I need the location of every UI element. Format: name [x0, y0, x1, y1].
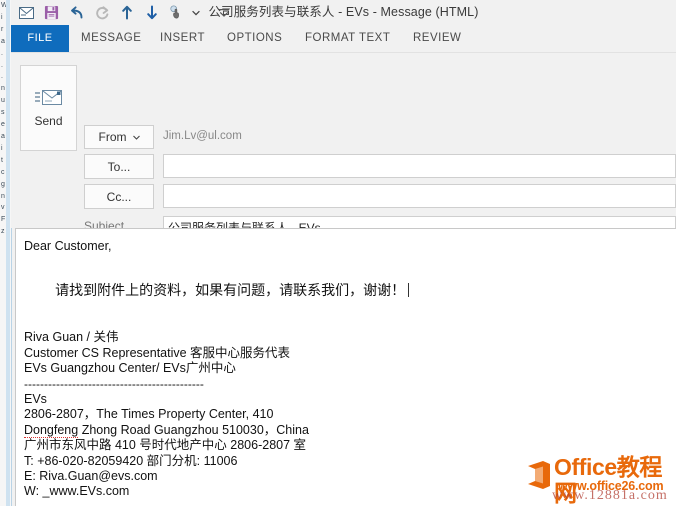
text-cursor: [408, 283, 410, 298]
touch-mode-dropdown-icon[interactable]: [189, 1, 202, 24]
from-button[interactable]: From: [84, 125, 154, 149]
outlook-compose-window: W i r a . . . n u s e a i t c g n v F z …: [0, 0, 676, 506]
save-icon[interactable]: [39, 1, 64, 24]
ribbon-tab-options[interactable]: OPTIONS: [227, 25, 282, 52]
body-main-text: 请找到附件上的资料，如果有问题，请联系我们，谢谢！: [24, 254, 672, 321]
signature-block: Riva Guan / 关伟 Customer CS Representativ…: [24, 321, 672, 506]
ribbon-tab-file[interactable]: FILE: [11, 25, 69, 52]
company-line-rest: Zhong Road Guangzhou 510030，China: [78, 422, 309, 437]
from-value: Jim.Lv@ul.com: [163, 130, 242, 142]
background-window-scrollbar[interactable]: [6, 0, 10, 506]
cc-input[interactable]: [163, 184, 676, 208]
company-line: T: +86-020-82059420 部门分机: 11006: [24, 453, 238, 468]
ribbon-tab-bar: FILE MESSAGE INSERT OPTIONS FORMAT TEXT …: [11, 25, 676, 52]
chevron-down-icon: [132, 135, 140, 140]
ribbon-tab-format-text[interactable]: FORMAT TEXT: [305, 25, 390, 52]
ribbon-tab-review[interactable]: REVIEW: [413, 25, 461, 52]
title-bar: 公司服务列表与联系人 - EVs - Message (HTML): [11, 0, 676, 25]
body-main-text-value: 请找到附件上的资料，如果有问题，请联系我们，谢谢！: [55, 282, 406, 299]
send-button-label: Send: [34, 114, 63, 128]
message-body-content: Dear Customer, 请找到附件上的资料，如果有问题，请联系我们，谢谢！…: [24, 239, 672, 506]
signature-divider-top: ----------------------------------------…: [24, 376, 204, 391]
cc-button[interactable]: Cc...: [84, 184, 154, 209]
company-line: W: _www.EVs.com: [24, 484, 130, 499]
company-line: E: Riva.Guan@evs.com: [24, 469, 158, 484]
message-body[interactable]: Dear Customer, 请找到附件上的资料，如果有问题，请联系我们，谢谢！…: [15, 228, 676, 506]
customize-qat-icon[interactable]: [211, 1, 236, 24]
ribbon-tab-insert[interactable]: INSERT: [160, 25, 205, 52]
signature-line: EVs Guangzhou Center/ EVs广州中心: [24, 361, 236, 376]
undo-icon[interactable]: [64, 1, 89, 24]
company-line: 广州市东风中路 410 号时代地产中心 2806-2807 室: [24, 438, 307, 453]
touch-mode-icon[interactable]: [164, 1, 189, 24]
compose-header: Send From Jim.Lv@ul.com To... Cc... Subj…: [11, 53, 676, 267]
to-button[interactable]: To...: [84, 154, 154, 179]
redo-icon[interactable]: [89, 1, 114, 24]
from-button-label: From: [98, 130, 127, 144]
send-envelope-icon: [34, 90, 62, 105]
company-line: EVs: [24, 392, 47, 407]
company-line: 2806-2807，The Times Property Center, 410: [24, 407, 274, 422]
to-input[interactable]: [163, 154, 676, 178]
misspelled-word: Dongfeng: [24, 422, 79, 438]
signature-divider-bottom: ----------------------------------------…: [24, 500, 672, 506]
ribbon-tab-message[interactable]: MESSAGE: [81, 25, 141, 52]
signature-line: Customer CS Representative 客服中心服务代表: [24, 345, 291, 360]
body-salutation: Dear Customer,: [24, 239, 112, 253]
signature-line: Riva Guan / 关伟: [24, 330, 119, 345]
next-item-icon[interactable]: [139, 1, 164, 24]
quick-access-toolbar: [14, 0, 236, 25]
envelope-icon[interactable]: [14, 1, 39, 24]
previous-item-icon[interactable]: [114, 1, 139, 24]
company-line: Dongfeng Zhong Road Guangzhou 510030，Chi…: [24, 422, 672, 438]
send-button[interactable]: Send: [20, 65, 77, 151]
